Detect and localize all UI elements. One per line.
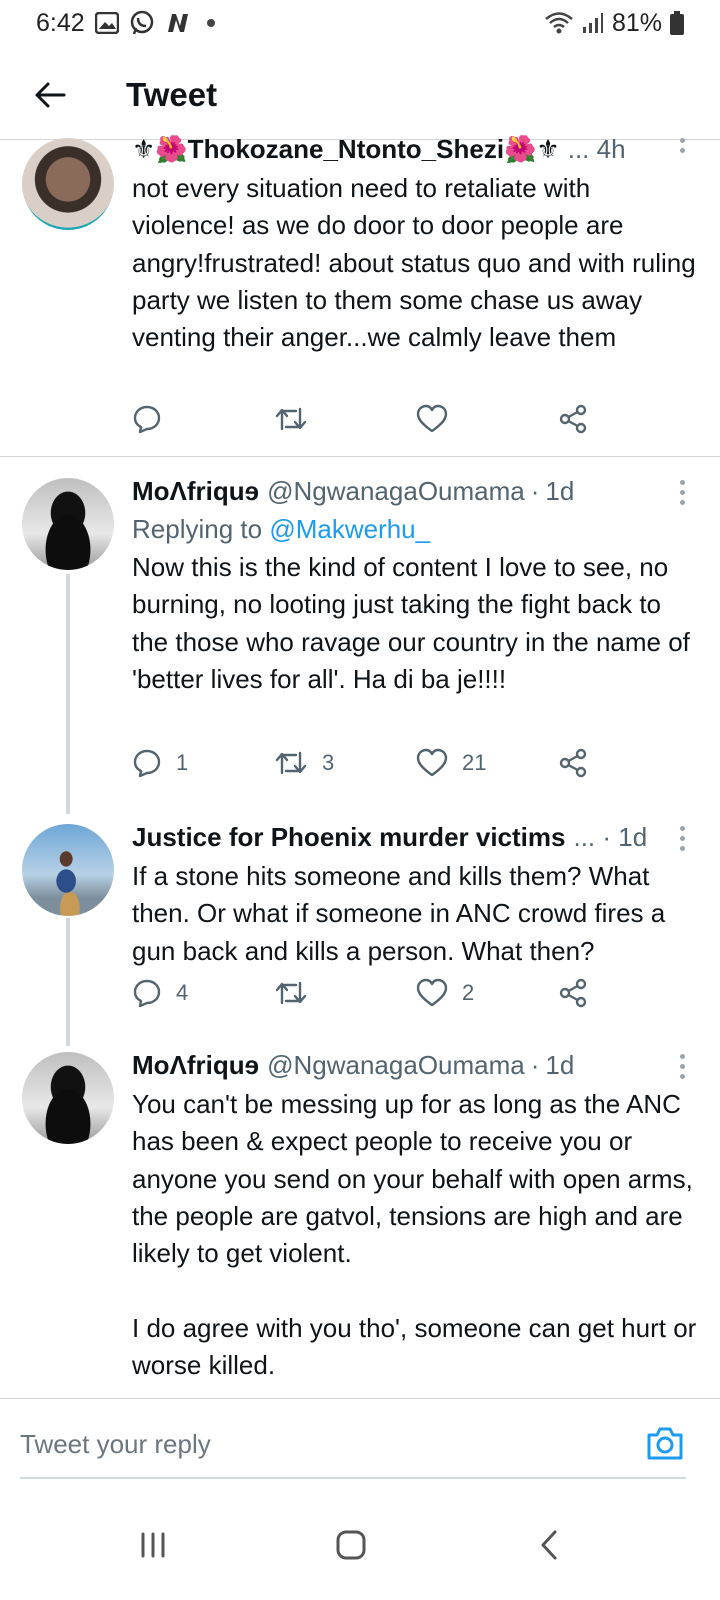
avatar[interactable] xyxy=(22,824,114,916)
tweet-meta: Justice for Phoenix murder victims ... ·… xyxy=(132,820,698,854)
tweet-time: ... · 1d xyxy=(573,821,648,852)
home-icon xyxy=(336,1530,366,1560)
tweet-actions xyxy=(132,404,602,444)
avatar[interactable] xyxy=(22,1052,114,1144)
tweet-text: not every situation need to retaliate wi… xyxy=(132,173,703,353)
tweet-text: You can't be messing up for as long as t… xyxy=(132,1089,697,1381)
heart-icon xyxy=(416,404,448,433)
heart-icon xyxy=(416,978,448,1007)
reply-input[interactable] xyxy=(20,1421,620,1467)
display-name[interactable]: MoΛfriquɘ xyxy=(132,476,259,507)
tweet-actions: 1 3 21 xyxy=(132,748,602,788)
user-handle[interactable]: @NgwanagaOumama xyxy=(267,476,525,507)
reply-button[interactable]: 4 xyxy=(132,978,188,1008)
page-title: Tweet xyxy=(126,75,218,113)
display-name[interactable]: MoΛfriquɘ xyxy=(132,1050,259,1081)
display-name[interactable]: Justice for Phoenix murder victims xyxy=(132,822,565,853)
avatar[interactable] xyxy=(22,138,114,230)
battery-percent: 81% xyxy=(611,8,662,37)
reply-icon xyxy=(133,979,161,1008)
share-button[interactable] xyxy=(558,404,588,434)
tweet-text: If a stone hits someone and kills them? … xyxy=(132,861,673,966)
system-nav-bar xyxy=(0,1488,720,1600)
retweet-icon xyxy=(275,407,307,431)
user-handle[interactable]: @NgwanagaOumama xyxy=(267,1050,525,1081)
tweet-actions: 4 2 xyxy=(132,978,602,1018)
battery-icon xyxy=(670,11,684,35)
divider xyxy=(0,456,720,457)
reply-count: 1 xyxy=(176,750,189,775)
tweet-time: 1d xyxy=(545,475,575,506)
more-options-button[interactable] xyxy=(672,474,692,505)
whatsapp-icon xyxy=(129,10,155,36)
heart-icon xyxy=(416,748,448,777)
reply-button[interactable] xyxy=(132,404,162,434)
home-button[interactable] xyxy=(326,1520,376,1570)
n-app-icon xyxy=(165,12,191,34)
reply-underline xyxy=(20,1477,686,1479)
signal-icon xyxy=(582,12,604,34)
share-button[interactable] xyxy=(558,978,588,1008)
tweet-moafrique-1[interactable]: MoΛfriquɘ @NgwanagaOumama · 1d Replying … xyxy=(0,470,720,820)
like-button[interactable]: 2 xyxy=(416,978,474,1008)
camera-button[interactable] xyxy=(646,1425,684,1461)
share-icon xyxy=(559,748,587,778)
tweet-text: Now this is the kind of content I love t… xyxy=(132,552,698,694)
retweet-button[interactable] xyxy=(274,978,308,1008)
back-chevron-icon xyxy=(541,1530,557,1560)
retweet-button[interactable] xyxy=(274,404,308,434)
notification-dot xyxy=(206,19,215,27)
tweet-time: 1d xyxy=(545,1049,575,1080)
share-button[interactable] xyxy=(558,748,588,778)
reply-button[interactable]: 1 xyxy=(132,748,188,778)
more-options-button[interactable] xyxy=(672,1048,692,1079)
back-button[interactable] xyxy=(20,65,80,125)
replying-to: Replying to @Makwerhu_ xyxy=(132,514,698,545)
retweet-count: 3 xyxy=(322,750,335,775)
like-count: 2 xyxy=(462,980,475,1005)
avatar[interactable] xyxy=(22,478,114,570)
tweet-thokozane[interactable]: ⚜🌺Thokozane_Ntonto_Shezi🌺⚜ ... 4h not ev… xyxy=(0,128,720,458)
like-button[interactable]: 21 xyxy=(416,748,486,778)
tweet-moafrique-2[interactable]: MoΛfriquɘ @NgwanagaOumama · 1d You can't… xyxy=(0,1044,720,1394)
mention-link[interactable]: @Makwerhu_ xyxy=(269,514,430,544)
more-options-button[interactable] xyxy=(672,820,692,851)
retweet-icon xyxy=(275,751,307,775)
tweet-meta: ⚜🌺Thokozane_Ntonto_Shezi🌺⚜ ... 4h xyxy=(132,132,698,166)
retweet-icon xyxy=(275,981,307,1005)
reply-icon xyxy=(133,405,161,434)
retweet-button[interactable]: 3 xyxy=(274,748,334,778)
wifi-icon xyxy=(544,11,574,35)
back-nav-button[interactable] xyxy=(524,1520,574,1570)
replying-label: Replying to xyxy=(132,514,263,544)
reply-icon xyxy=(133,749,161,778)
reply-count: 4 xyxy=(176,980,189,1005)
tweet-justice-phoenix[interactable]: Justice for Phoenix murder victims ... ·… xyxy=(0,816,720,1036)
camera-icon xyxy=(647,1427,683,1460)
reply-bar xyxy=(0,1398,720,1488)
header: Tweet xyxy=(0,50,720,140)
tweet-time: ... 4h xyxy=(567,133,626,164)
recent-apps-button[interactable] xyxy=(128,1520,178,1570)
share-icon xyxy=(559,404,587,434)
recent-apps-icon xyxy=(141,1532,165,1558)
back-arrow-icon xyxy=(35,82,66,107)
gallery-icon xyxy=(94,12,119,34)
tweet-meta: MoΛfriquɘ @NgwanagaOumama · 1d xyxy=(132,1049,575,1081)
tweet-meta: MoΛfriquɘ @NgwanagaOumama · 1d xyxy=(132,475,575,507)
share-icon xyxy=(559,978,587,1008)
status-time: 6:42 xyxy=(36,8,85,37)
like-button[interactable] xyxy=(416,404,448,434)
like-count: 21 xyxy=(462,750,487,775)
status-bar: 6:42 81% xyxy=(0,0,720,46)
more-options-button[interactable] xyxy=(672,132,692,153)
display-name[interactable]: ⚜🌺Thokozane_Ntonto_Shezi🌺⚜ xyxy=(132,134,560,165)
